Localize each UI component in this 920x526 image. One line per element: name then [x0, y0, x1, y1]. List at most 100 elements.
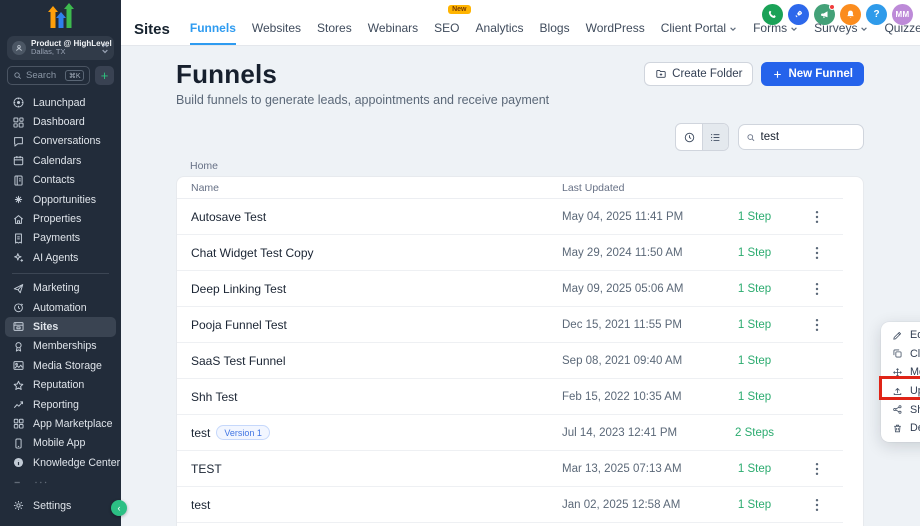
search-icon: [747, 133, 755, 141]
dashboard-icon: [13, 117, 24, 128]
rocket-icon[interactable]: [788, 4, 809, 25]
step-count[interactable]: 1 Step: [717, 499, 792, 511]
reporting-icon: [13, 401, 24, 409]
sidebar-item-reporting[interactable]: Reporting: [0, 395, 121, 414]
sidebar-item-mobile-app[interactable]: Mobile App: [0, 434, 121, 453]
funnel-search-input[interactable]: [760, 131, 856, 143]
sidebar-item-reputation[interactable]: Reputation: [0, 375, 121, 394]
tab-wordpress[interactable]: WordPress: [586, 13, 645, 45]
funnel-name[interactable]: test: [191, 426, 210, 440]
quick-add-button[interactable]: +: [95, 66, 114, 85]
step-count[interactable]: 1 Step: [717, 391, 792, 403]
funnel-name[interactable]: TEST: [177, 462, 562, 476]
new-funnel-button[interactable]: New Funnel: [761, 62, 864, 86]
funnel-name[interactable]: test: [177, 498, 562, 512]
tab-webinars[interactable]: Webinars: [368, 13, 418, 45]
step-count[interactable]: 2 Steps: [717, 427, 792, 439]
sidebar-collapse-button[interactable]: ‹: [111, 500, 127, 516]
sidebar-item-settings[interactable]: Settings: [0, 496, 121, 515]
sidebar-search-placeholder: Search: [26, 70, 57, 81]
step-count[interactable]: 1 Step: [717, 247, 792, 259]
sidebar-item-ai-agents[interactable]: AI Agents: [0, 248, 121, 267]
sidebar-item-partial[interactable]: [0, 472, 121, 491]
tab-client-portal[interactable]: Client Portal: [661, 13, 737, 45]
sidebar-item-calendars[interactable]: Calendars: [0, 151, 121, 170]
user-avatar[interactable]: MM: [892, 4, 913, 25]
step-count[interactable]: 1 Step: [717, 463, 792, 475]
sidebar-item-automation[interactable]: Automation: [0, 298, 121, 317]
knowledge-center-icon: [13, 458, 24, 468]
row-menu-button[interactable]: [808, 208, 826, 226]
tab-websites[interactable]: Websites: [252, 13, 301, 45]
bell-icon[interactable]: [840, 4, 861, 25]
table-row[interactable]: SaaS Test Funnel Sep 08, 2021 09:40 AM 1…: [177, 343, 843, 379]
table-row[interactable]: Pooja Funnel Test Dec 15, 2021 11:55 PM …: [177, 307, 843, 343]
sidebar-item-memberships[interactable]: Memberships: [0, 337, 121, 356]
sidebar-item-properties[interactable]: Properties: [0, 209, 121, 228]
table-body: Autosave Test May 04, 2025 11:41 PM 1 St…: [177, 199, 843, 526]
new-badge: New: [448, 5, 471, 14]
row-menu-button[interactable]: [808, 496, 826, 514]
menu-item-delete[interactable]: Delete: [881, 419, 920, 438]
table-row[interactable]: Autosave Test May 04, 2025 11:41 PM 1 St…: [177, 199, 843, 235]
funnel-name[interactable]: Pooja Funnel Test: [177, 318, 562, 332]
plus-icon: [774, 70, 782, 78]
row-menu-button[interactable]: [808, 280, 826, 298]
megaphone-icon[interactable]: [814, 4, 835, 25]
sidebar-item-contacts[interactable]: Contacts: [0, 171, 121, 190]
section-title: Sites: [134, 20, 170, 38]
sidebar-item-launchpad[interactable]: Launchpad: [0, 93, 121, 112]
kebab-icon: [815, 318, 818, 331]
tab-stores[interactable]: Stores: [317, 13, 352, 45]
upload-icon: [893, 387, 902, 395]
recent-view-button[interactable]: [676, 124, 702, 150]
funnel-name[interactable]: Chat Widget Test Copy: [177, 246, 562, 260]
menu-item-edit[interactable]: Edit: [881, 326, 920, 345]
sidebar-item-dashboard[interactable]: Dashboard: [0, 112, 121, 131]
sidebar-item-conversations[interactable]: Conversations: [0, 132, 121, 151]
table-row[interactable]: test Jan 02, 2025 12:58 AM 1 Step: [177, 487, 843, 523]
table-row[interactable]: test Version 1 Jul 14, 2023 12:41 PM 2 S…: [177, 415, 843, 451]
sidebar: Product @ HighLevel Dallas, TX Search ⌘K…: [0, 0, 127, 526]
account-switcher[interactable]: Product @ HighLevel Dallas, TX: [7, 36, 114, 60]
funnel-search: [738, 124, 864, 150]
table-row[interactable]: TEST Mar 13, 2025 07:13 AM 1 Step: [177, 451, 843, 487]
step-count[interactable]: 1 Step: [717, 319, 792, 331]
sidebar-item-app-marketplace[interactable]: App Marketplace: [0, 414, 121, 433]
list-view-button[interactable]: [702, 124, 728, 150]
tab-seo[interactable]: SEO New: [434, 5, 471, 45]
help-icon[interactable]: ?: [866, 4, 887, 25]
funnel-name[interactable]: Autosave Test: [177, 210, 562, 224]
sidebar-item-marketing[interactable]: Marketing: [0, 279, 121, 298]
menu-item-upload-to-funnel-templates[interactable]: Upload To Funnel Templates: [881, 382, 920, 401]
funnel-name[interactable]: Deep Linking Test: [177, 282, 562, 296]
sidebar-search-input[interactable]: Search ⌘K: [7, 66, 90, 85]
step-count[interactable]: 1 Step: [717, 283, 792, 295]
table-header: Name Last Updated: [177, 177, 843, 199]
funnel-name[interactable]: SaaS Test Funnel: [177, 354, 562, 368]
table-row[interactable]: Shh Test Feb 15, 2022 10:35 AM 1 Step: [177, 379, 843, 415]
sidebar-item-media-storage[interactable]: Media Storage: [0, 356, 121, 375]
sidebar-item-knowledge-center[interactable]: Knowledge Center: [0, 453, 121, 472]
sidebar-item-opportunities[interactable]: Opportunities: [0, 190, 121, 209]
menu-item-share[interactable]: Share: [881, 400, 920, 419]
clock-icon: [684, 132, 694, 142]
menu-item-move-to-folder[interactable]: Move To Folder: [881, 363, 920, 382]
step-count[interactable]: 1 Step: [717, 355, 792, 367]
row-menu-button[interactable]: [808, 316, 826, 334]
tab-blogs[interactable]: Blogs: [540, 13, 570, 45]
table-row[interactable]: Chat Widget Test Copy May 29, 2024 11:50…: [177, 235, 843, 271]
create-folder-button[interactable]: Create Folder: [644, 62, 754, 86]
tab-analytics[interactable]: Analytics: [476, 13, 524, 45]
menu-item-clone[interactable]: Clone: [881, 345, 920, 364]
tab-funnels[interactable]: Funnels: [189, 13, 236, 45]
sidebar-item-payments[interactable]: Payments: [0, 229, 121, 248]
table-row[interactable]: Deep Linking Test May 09, 2025 05:06 AM …: [177, 271, 843, 307]
sidebar-item-sites[interactable]: Sites: [5, 317, 116, 337]
row-menu-button[interactable]: [808, 244, 826, 262]
phone-icon[interactable]: [762, 4, 783, 25]
chevron-updown-icon: [102, 43, 108, 53]
row-menu-button-active[interactable]: [808, 460, 826, 478]
funnel-name[interactable]: Shh Test: [177, 390, 562, 404]
step-count[interactable]: 1 Step: [717, 211, 792, 223]
